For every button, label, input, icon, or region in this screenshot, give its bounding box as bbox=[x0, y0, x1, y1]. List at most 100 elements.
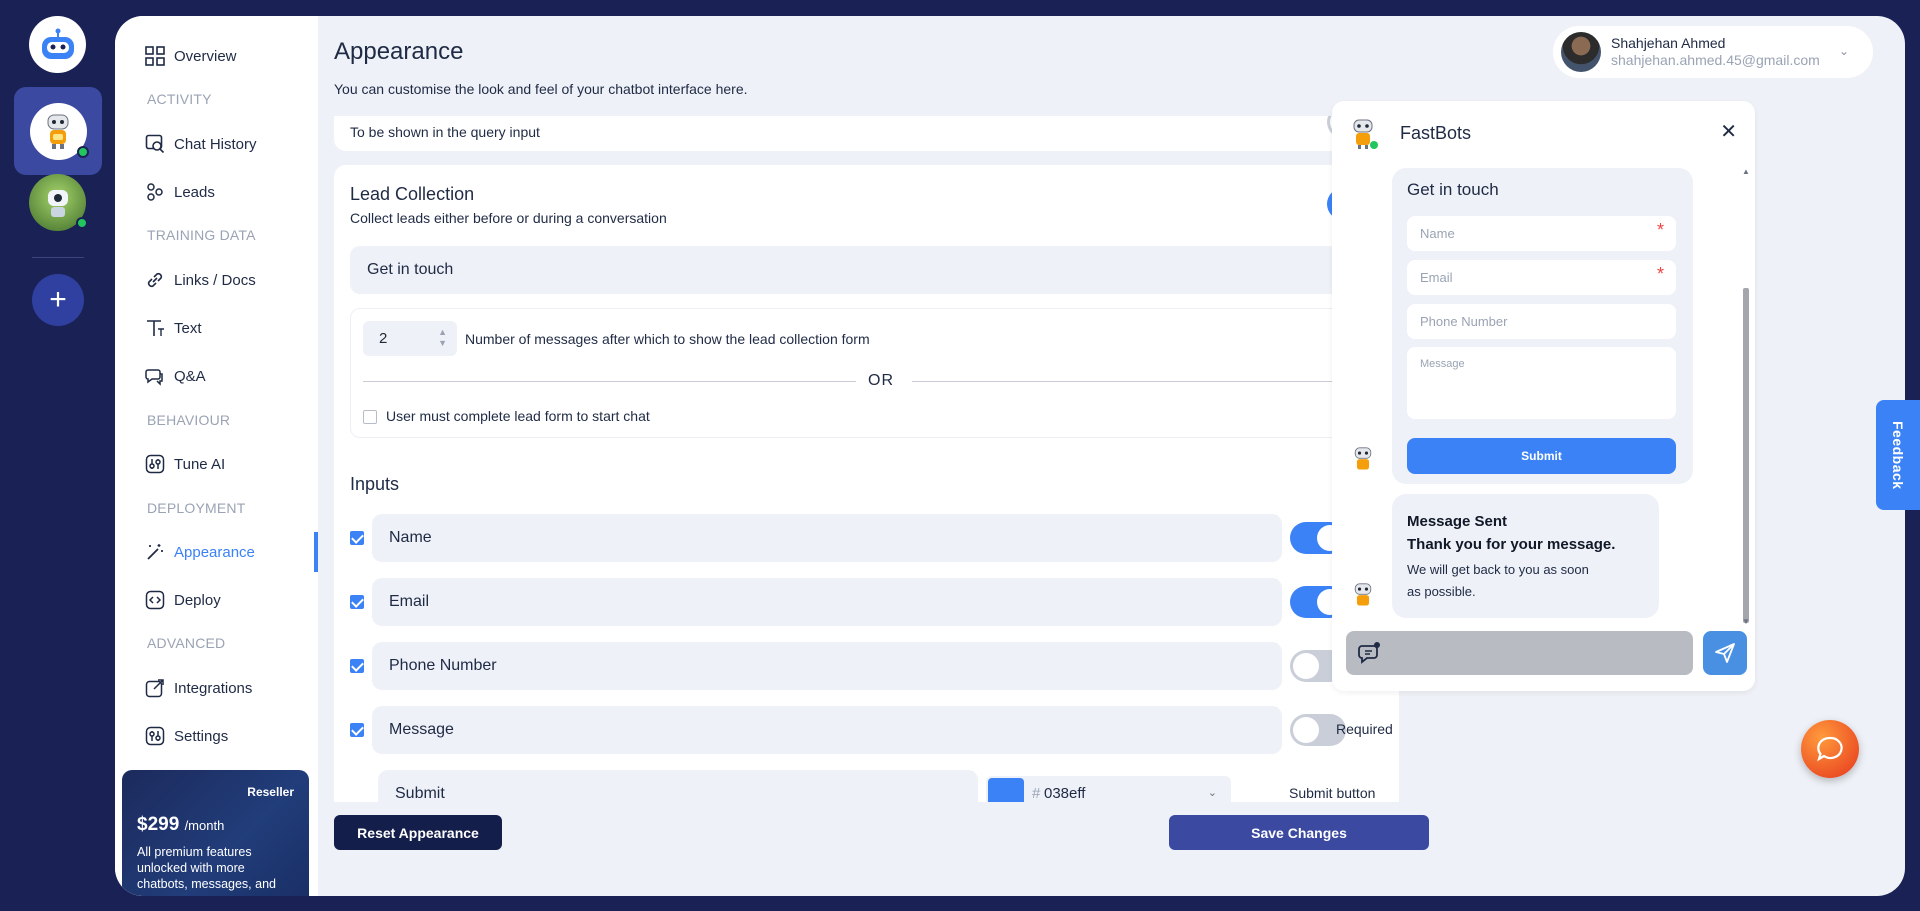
robot-mascot-icon bbox=[1354, 447, 1372, 470]
must-complete-checkbox[interactable] bbox=[363, 410, 377, 424]
online-status-dot bbox=[76, 145, 89, 158]
query-input-card: To be shown in the query input bbox=[334, 116, 1399, 151]
scroll-down-arrow[interactable]: ▼ bbox=[1742, 617, 1750, 626]
message-count-input[interactable]: 2 ▲ ▼ bbox=[363, 321, 457, 356]
chat-bot-avatar bbox=[1346, 117, 1380, 151]
robot-logo-icon bbox=[41, 28, 74, 59]
submit-color-picker[interactable]: # 038eff ⌄ bbox=[986, 776, 1231, 802]
add-bot-button[interactable]: + bbox=[32, 274, 84, 326]
or-divider-right bbox=[912, 381, 1382, 382]
appearance-settings-panel: To be shown in the query input Lead Coll… bbox=[334, 116, 1399, 802]
lead-collection-subtitle: Collect leads either before or during a … bbox=[350, 210, 667, 226]
reset-appearance-button[interactable]: Reset Appearance bbox=[334, 815, 502, 850]
grid-icon bbox=[145, 46, 165, 66]
sidebar-item-label: Settings bbox=[174, 727, 229, 745]
input-name-checkbox[interactable] bbox=[350, 531, 364, 545]
chat-message-textarea[interactable]: Message bbox=[1407, 347, 1676, 419]
bot-switcher-item[interactable] bbox=[29, 174, 88, 231]
chat-bot-avatar bbox=[1346, 579, 1380, 613]
chat-launcher-button[interactable] bbox=[1801, 720, 1859, 778]
inputs-title: Inputs bbox=[350, 474, 400, 494]
chat-scrollbar-thumb[interactable] bbox=[1743, 288, 1749, 623]
input-email-checkbox[interactable] bbox=[350, 595, 364, 609]
sidebar-item-appearance[interactable]: Appearance bbox=[145, 537, 255, 567]
sent-title: Message Sent bbox=[1407, 513, 1508, 530]
sidebar-item-label: Tune AI bbox=[174, 455, 226, 473]
message-count-value: 2 bbox=[379, 330, 388, 347]
chat-phone-input[interactable]: Phone Number bbox=[1407, 304, 1676, 339]
sidebar-item-label: Links / Docs bbox=[174, 271, 256, 289]
nav-section-deployment: DEPLOYMENT bbox=[147, 500, 246, 516]
sidebar-item-text[interactable]: Text bbox=[145, 313, 202, 343]
scroll-up-arrow[interactable]: ▲ bbox=[1742, 167, 1750, 176]
sidebar-item-qa[interactable]: Q&A bbox=[145, 361, 206, 391]
fastbots-logo[interactable] bbox=[29, 16, 86, 73]
nav-section-activity: ACTIVITY bbox=[147, 91, 212, 107]
online-status-dot bbox=[76, 217, 88, 229]
sidebar-item-integrations[interactable]: Integrations bbox=[145, 673, 252, 703]
chat-email-placeholder: Email bbox=[1420, 270, 1453, 285]
chevron-down-icon: ⌄ bbox=[1207, 787, 1217, 799]
chat-preview-widget: FastBots ✕ Get in touch Name * Email * P… bbox=[1332, 101, 1755, 691]
lead-trigger-box: 2 ▲ ▼ Number of messages after which to s… bbox=[350, 308, 1383, 438]
submit-label-input[interactable]: Submit bbox=[378, 770, 978, 802]
sidebar-item-label: Appearance bbox=[174, 543, 255, 561]
chevron-down-icon: ⌄ bbox=[1838, 44, 1849, 58]
color-swatch[interactable] bbox=[988, 778, 1024, 802]
lead-collection-title: Lead Collection bbox=[350, 184, 475, 204]
sidebar-item-chat-history[interactable]: Chat History bbox=[145, 129, 257, 159]
submit-color-hex: 038eff bbox=[1044, 785, 1086, 802]
input-name-field[interactable]: Name bbox=[372, 514, 1282, 562]
link-icon bbox=[145, 270, 165, 290]
reseller-promo-card[interactable]: Reseller $299 /month All premium feature… bbox=[122, 770, 309, 896]
leads-icon bbox=[145, 182, 165, 202]
sidebar-item-leads[interactable]: Leads bbox=[145, 177, 215, 207]
form-title-input[interactable]: Get in touch bbox=[350, 246, 1399, 294]
sidebar-item-label: Overview bbox=[174, 47, 237, 65]
sidebar-item-label: Q&A bbox=[174, 367, 206, 385]
chat-name-input[interactable]: Name * bbox=[1407, 216, 1676, 251]
chat-email-input[interactable]: Email * bbox=[1407, 260, 1676, 295]
robot-mascot-icon bbox=[47, 114, 69, 149]
sidebar-item-overview[interactable]: Overview bbox=[145, 41, 237, 71]
send-button[interactable] bbox=[1703, 631, 1747, 675]
or-label: OR bbox=[868, 372, 894, 389]
sidebar-item-label: Integrations bbox=[174, 679, 253, 697]
sidebar: Overview ACTIVITY Chat History Leads TRA… bbox=[115, 16, 318, 896]
settings-sliders-icon bbox=[145, 726, 165, 746]
active-indicator bbox=[314, 532, 318, 572]
feedback-tab[interactable]: Feedback bbox=[1876, 400, 1920, 510]
sidebar-item-label: Text bbox=[174, 319, 202, 337]
hash-prefix: # bbox=[1032, 785, 1041, 802]
sidebar-item-links-docs[interactable]: Links / Docs bbox=[145, 265, 256, 295]
input-phone-checkbox[interactable] bbox=[350, 659, 364, 673]
stepper-arrows-icon[interactable]: ▲ ▼ bbox=[438, 327, 447, 349]
required-asterisk: * bbox=[1656, 264, 1664, 284]
chat-message-input[interactable] bbox=[1346, 631, 1693, 675]
query-input-hint: To be shown in the query input bbox=[350, 124, 540, 140]
chat-bubble-icon[interactable] bbox=[1358, 641, 1382, 670]
chat-submit-button[interactable]: Submit bbox=[1407, 438, 1676, 474]
input-message-checkbox[interactable] bbox=[350, 723, 364, 737]
chat-form-title: Get in touch bbox=[1407, 180, 1499, 199]
sidebar-item-tune-ai[interactable]: Tune AI bbox=[145, 449, 225, 479]
close-icon[interactable]: ✕ bbox=[1720, 119, 1737, 144]
plus-icon: + bbox=[49, 283, 67, 316]
input-phone-field[interactable]: Phone Number bbox=[372, 642, 1282, 690]
page-title: Appearance bbox=[334, 38, 464, 65]
user-email: shahjehan.ahmed.45@gmail.com bbox=[1611, 52, 1820, 68]
sidebar-item-label: Chat History bbox=[174, 135, 257, 153]
bot-switcher-active[interactable] bbox=[14, 87, 102, 175]
sidebar-item-deploy[interactable]: Deploy bbox=[145, 585, 221, 615]
save-changes-button[interactable]: Save Changes bbox=[1169, 815, 1429, 850]
chat-message-placeholder: Message bbox=[1420, 358, 1465, 370]
sidebar-item-settings[interactable]: Settings bbox=[145, 721, 228, 751]
qa-bubble-icon bbox=[145, 366, 165, 386]
input-message-field[interactable]: Message bbox=[372, 706, 1282, 754]
message-count-label: Number of messages after which to show t… bbox=[465, 331, 870, 347]
user-name: Shahjehan Ahmed bbox=[1611, 35, 1726, 51]
input-email-field[interactable]: Email bbox=[372, 578, 1282, 626]
chat-phone-placeholder: Phone Number bbox=[1420, 314, 1508, 329]
user-menu[interactable]: Shahjehan Ahmed shahjehan.ahmed.45@gmail… bbox=[1553, 26, 1873, 78]
promo-price: $299 /month bbox=[137, 814, 294, 836]
